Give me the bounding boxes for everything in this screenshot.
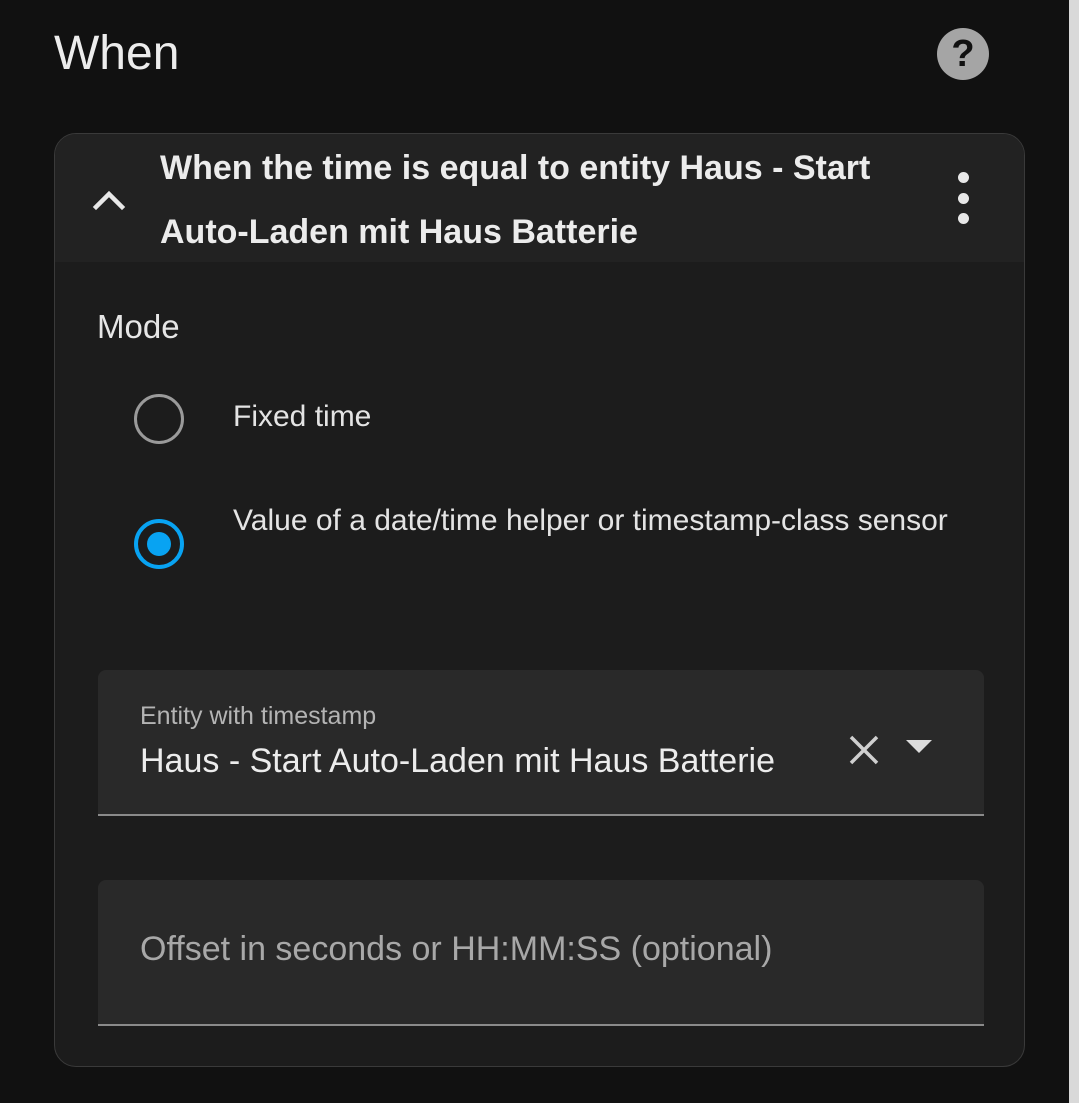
radio-helper-value[interactable]: [134, 519, 184, 569]
close-icon[interactable]: [846, 732, 882, 768]
mode-label: Mode: [97, 308, 180, 345]
entity-field-label: Entity with timestamp: [140, 702, 377, 730]
entity-field-value[interactable]: Haus - Start Auto-Laden mit Haus Batteri…: [140, 742, 775, 781]
radio-fixed-time-label[interactable]: Fixed time: [233, 397, 371, 437]
help-circle-icon: ?: [951, 33, 975, 75]
section-title: When: [54, 27, 180, 80]
trigger-card: When the time is equal to entity Haus - …: [54, 133, 1025, 1067]
trigger-card-header[interactable]: When the time is equal to entity Haus - …: [55, 134, 1024, 262]
offset-input-placeholder[interactable]: Offset in seconds or HH:MM:SS (optional): [140, 930, 772, 969]
entity-picker-field[interactable]: Entity with timestamp Haus - Start Auto-…: [98, 670, 984, 816]
more-vertical-icon[interactable]: [945, 172, 981, 224]
radio-helper-value-label[interactable]: Value of a date/time helper or timestamp…: [233, 497, 963, 544]
trigger-card-title: When the time is equal to entity Haus - …: [160, 149, 871, 251]
radio-fixed-time[interactable]: [134, 394, 184, 444]
scrollbar[interactable]: [1069, 0, 1079, 1103]
help-button[interactable]: ?: [937, 28, 989, 80]
chevron-up-icon[interactable]: [91, 184, 127, 214]
offset-input-field[interactable]: Offset in seconds or HH:MM:SS (optional): [98, 880, 984, 1026]
caret-down-icon[interactable]: [906, 740, 932, 753]
